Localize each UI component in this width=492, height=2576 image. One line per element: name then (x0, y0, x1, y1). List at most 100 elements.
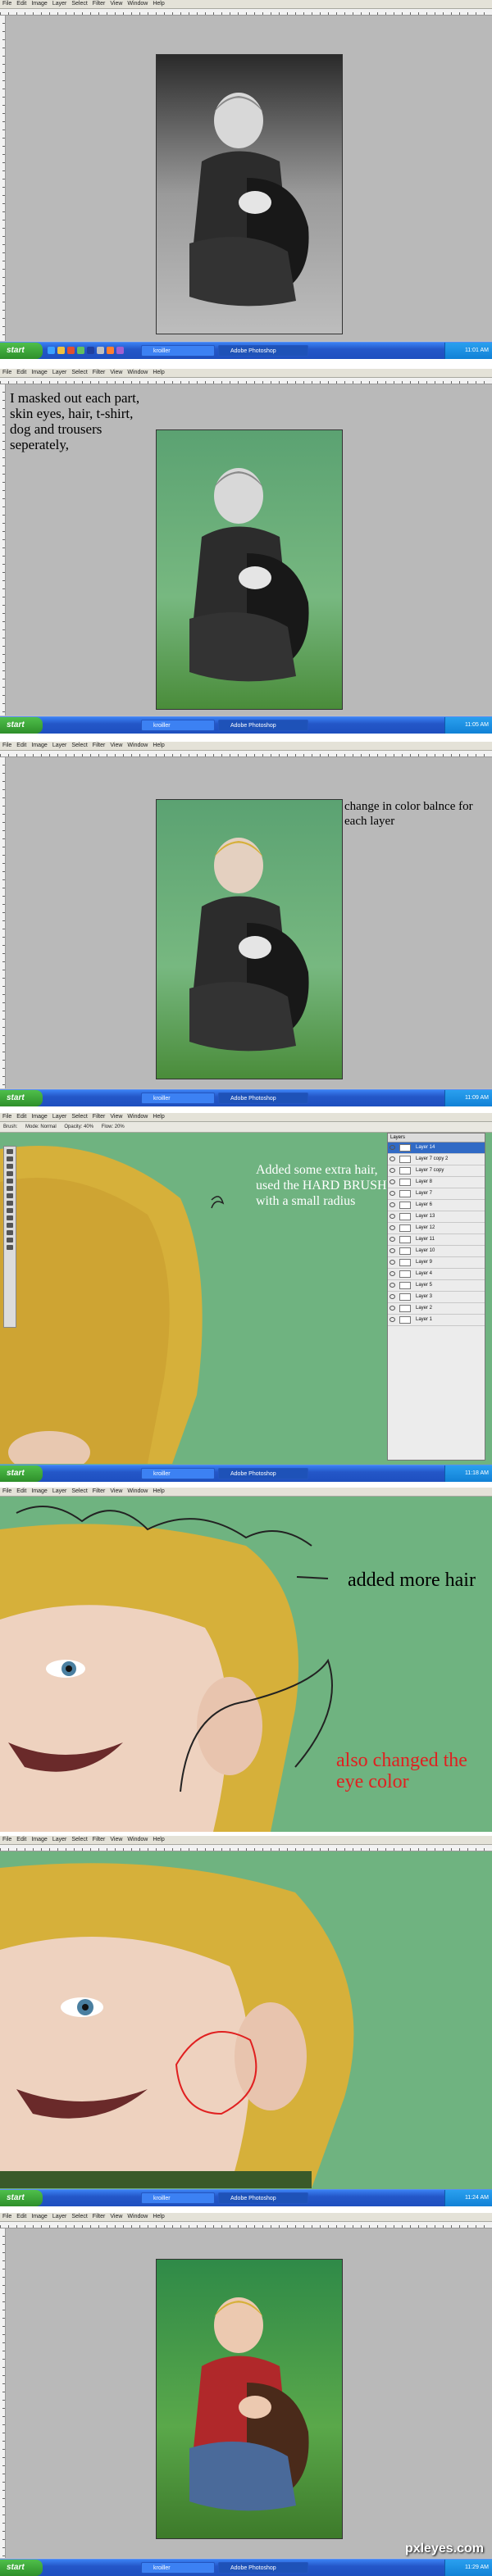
layer-row[interactable]: Layer 11 (388, 1234, 485, 1246)
menu-window[interactable]: Window (125, 0, 150, 8)
task-folder[interactable]: kroiller (141, 720, 215, 731)
layer-row[interactable]: Layer 7 (388, 1188, 485, 1200)
layer-row[interactable]: Layer 7 copy (388, 1165, 485, 1177)
quicklaunch-folder-icon[interactable] (57, 347, 65, 354)
dodge-tool-icon[interactable] (7, 1215, 13, 1220)
type-tool-icon[interactable] (7, 1230, 13, 1235)
start-button[interactable]: start (0, 343, 43, 359)
start-button[interactable]: start (0, 2190, 43, 2206)
eye-icon[interactable] (390, 1317, 395, 1322)
task-folder[interactable]: kroiller (141, 2562, 215, 2574)
menu-edit[interactable]: Edit (14, 1113, 29, 1121)
menu-edit[interactable]: Edit (14, 2213, 29, 2221)
zoom-tool-icon[interactable] (7, 1245, 13, 1250)
flow-option[interactable]: Flow: 20% (102, 1124, 125, 1129)
menu-select[interactable]: Select (69, 369, 89, 377)
task-folder[interactable]: kroiller (141, 2192, 215, 2204)
menu-view[interactable]: View (107, 369, 125, 377)
layer-row[interactable]: Layer 12 (388, 1223, 485, 1234)
menu-help[interactable]: Help (150, 1488, 166, 1496)
layer-row[interactable]: Layer 14 (388, 1143, 485, 1154)
menu-help[interactable]: Help (150, 1836, 166, 1844)
menu-file[interactable]: File (0, 1488, 14, 1496)
hand-tool-icon[interactable] (7, 1238, 13, 1243)
menu-view[interactable]: View (107, 0, 125, 8)
menu-file[interactable]: File (0, 1113, 14, 1121)
eye-icon[interactable] (390, 1156, 395, 1161)
start-button[interactable]: start (0, 2560, 43, 2576)
menu-filter[interactable]: Filter (90, 742, 108, 750)
opacity-option[interactable]: Opacity: 40% (64, 1124, 93, 1129)
eye-icon[interactable] (390, 1283, 395, 1288)
task-photoshop[interactable]: Adobe Photoshop (218, 720, 308, 731)
menu-file[interactable]: File (0, 2213, 14, 2221)
task-photoshop[interactable]: Adobe Photoshop (218, 2192, 308, 2204)
menu-edit[interactable]: Edit (14, 369, 29, 377)
menu-help[interactable]: Help (150, 1113, 166, 1121)
task-photoshop[interactable]: Adobe Photoshop (218, 2562, 308, 2574)
eye-icon[interactable] (390, 1191, 395, 1196)
task-photoshop[interactable]: Adobe Photoshop (218, 345, 308, 357)
brush-tool-icon[interactable] (7, 1186, 13, 1191)
quicklaunch-ie-icon[interactable] (48, 347, 55, 354)
lasso-tool-icon[interactable] (7, 1164, 13, 1169)
eye-icon[interactable] (390, 1145, 395, 1150)
menu-window[interactable]: Window (125, 1836, 150, 1844)
eye-icon[interactable] (390, 1306, 395, 1311)
layer-row[interactable]: Layer 4 (388, 1269, 485, 1280)
quicklaunch-misc2-icon[interactable] (116, 347, 124, 354)
menu-window[interactable]: Window (125, 2213, 150, 2221)
quicklaunch-mail-icon[interactable] (77, 347, 84, 354)
menu-view[interactable]: View (107, 1488, 125, 1496)
menu-edit[interactable]: Edit (14, 742, 29, 750)
menu-help[interactable]: Help (150, 0, 166, 8)
brush-option[interactable]: Brush: (3, 1124, 17, 1129)
crop-tool-icon[interactable] (7, 1179, 13, 1184)
menu-filter[interactable]: Filter (90, 2213, 108, 2221)
start-button[interactable]: start (0, 717, 43, 734)
layer-row[interactable]: Layer 7 copy 2 (388, 1154, 485, 1165)
layer-row[interactable]: Layer 13 (388, 1211, 485, 1223)
start-button[interactable]: start (0, 1465, 43, 1482)
eye-icon[interactable] (390, 1168, 395, 1173)
task-photoshop[interactable]: Adobe Photoshop (218, 1093, 308, 1104)
marquee-tool-icon[interactable] (7, 1156, 13, 1161)
menu-filter[interactable]: Filter (90, 369, 108, 377)
move-tool-icon[interactable] (7, 1149, 13, 1154)
menu-edit[interactable]: Edit (14, 1836, 29, 1844)
wand-tool-icon[interactable] (7, 1171, 13, 1176)
menu-image[interactable]: Image (29, 2213, 49, 2221)
menu-layer[interactable]: Layer (50, 742, 70, 750)
quicklaunch-misc-icon[interactable] (107, 347, 114, 354)
menu-layer[interactable]: Layer (50, 2213, 70, 2221)
menu-filter[interactable]: Filter (90, 0, 108, 8)
quicklaunch-desktop-icon[interactable] (97, 347, 104, 354)
menu-edit[interactable]: Edit (14, 0, 29, 8)
menu-view[interactable]: View (107, 1836, 125, 1844)
menu-filter[interactable]: Filter (90, 1836, 108, 1844)
menu-layer[interactable]: Layer (50, 0, 70, 8)
eye-icon[interactable] (390, 1248, 395, 1253)
menu-image[interactable]: Image (29, 0, 49, 8)
layer-row[interactable]: Layer 6 (388, 1200, 485, 1211)
layer-row[interactable]: Layer 8 (388, 1177, 485, 1188)
eye-icon[interactable] (390, 1260, 395, 1265)
layer-row[interactable]: Layer 9 (388, 1257, 485, 1269)
layer-row[interactable]: Layer 10 (388, 1246, 485, 1257)
menu-image[interactable]: Image (29, 1836, 49, 1844)
menu-window[interactable]: Window (125, 1113, 150, 1121)
eye-icon[interactable] (390, 1202, 395, 1207)
menu-select[interactable]: Select (69, 1113, 89, 1121)
menu-select[interactable]: Select (69, 742, 89, 750)
menu-select[interactable]: Select (69, 1836, 89, 1844)
menu-window[interactable]: Window (125, 1488, 150, 1496)
gradient-tool-icon[interactable] (7, 1208, 13, 1213)
eye-icon[interactable] (390, 1237, 395, 1242)
eye-icon[interactable] (390, 1294, 395, 1299)
task-folder[interactable]: kroiller (141, 345, 215, 357)
eye-icon[interactable] (390, 1214, 395, 1219)
layer-row[interactable]: Layer 5 (388, 1280, 485, 1292)
menu-filter[interactable]: Filter (90, 1113, 108, 1121)
menu-file[interactable]: File (0, 1836, 14, 1844)
menu-image[interactable]: Image (29, 742, 49, 750)
